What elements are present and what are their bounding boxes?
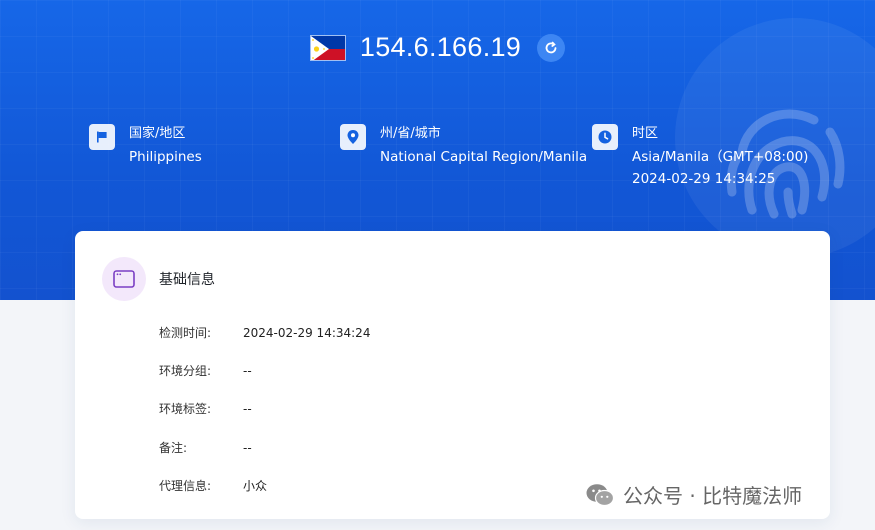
field-row-remarks: 备注: -- xyxy=(159,439,252,456)
refresh-button[interactable] xyxy=(537,33,566,62)
wechat-icon xyxy=(586,483,615,506)
flag-icon xyxy=(89,124,115,150)
ip-address: 154.6.166.19 xyxy=(359,32,522,62)
philippines-flag-icon xyxy=(309,34,346,61)
field-row-proxy-info: 代理信息: 小众 xyxy=(159,477,267,494)
field-label: 检测时间: xyxy=(159,326,212,340)
region-label: 州/省/城市 xyxy=(380,126,441,141)
field-label: 环境分组: xyxy=(159,364,212,378)
timezone-label: 时区 xyxy=(632,126,659,141)
basic-info-card: 基础信息 检测时间: 2024-02-29 14:34:24 环境分组: -- … xyxy=(75,231,830,519)
watermark-text: 公众号 · 比特魔法师 xyxy=(623,484,803,508)
timezone-info: 时区 Asia/Manila（GMT+08:00) 2024-02-29 14:… xyxy=(592,124,808,190)
field-value: 2024-02-29 14:34:24 xyxy=(243,325,371,340)
refresh-icon xyxy=(545,41,557,53)
field-value: 小众 xyxy=(243,479,268,493)
ip-header: 154.6.166.19 xyxy=(0,32,875,63)
timezone-time: 2024-02-29 14:34:25 xyxy=(632,171,776,187)
country-info: 国家/地区 Philippines xyxy=(89,124,202,168)
field-label: 备注: xyxy=(159,441,188,455)
card-header: 基础信息 xyxy=(102,257,215,301)
region-info: 州/省/城市 National Capital Region/Manila xyxy=(340,124,587,168)
location-pin-icon xyxy=(340,124,366,150)
field-row-env-group: 环境分组: -- xyxy=(159,362,252,379)
field-label: 环境标签: xyxy=(159,402,212,416)
region-value: National Capital Region/Manila xyxy=(380,149,588,165)
field-row-detect-time: 检测时间: 2024-02-29 14:34:24 xyxy=(159,324,370,341)
timezone-value: Asia/Manila（GMT+08:00) xyxy=(632,149,809,165)
field-label: 代理信息: xyxy=(159,479,212,493)
clock-icon xyxy=(592,124,618,150)
field-row-env-tags: 环境标签: -- xyxy=(159,400,252,417)
field-value: -- xyxy=(243,440,252,455)
country-label: 国家/地区 xyxy=(129,126,186,141)
country-value: Philippines xyxy=(129,149,202,165)
field-value: -- xyxy=(243,363,252,378)
watermark: 公众号 · 比特魔法师 xyxy=(585,480,802,509)
browser-window-icon xyxy=(102,257,146,301)
card-title: 基础信息 xyxy=(159,272,215,288)
field-value: -- xyxy=(243,401,252,416)
